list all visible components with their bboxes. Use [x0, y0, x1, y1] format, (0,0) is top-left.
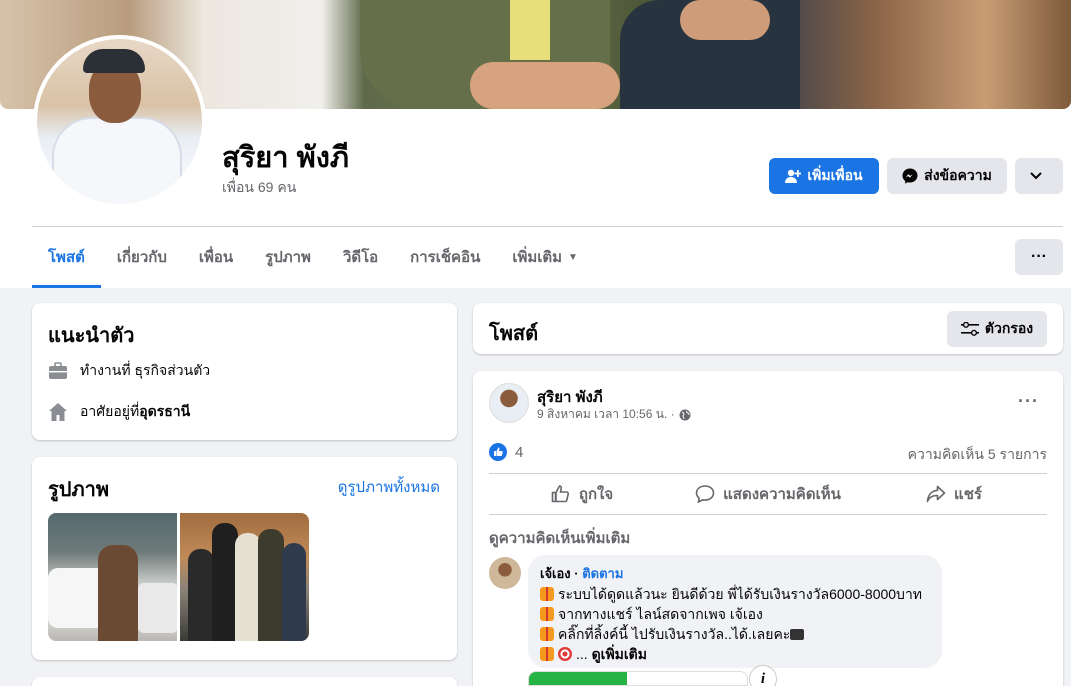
- comment-author-row: เจ้เอง · ติดตาม: [540, 566, 624, 581]
- gift-icon: [540, 627, 554, 641]
- share-button[interactable]: แชร์: [861, 475, 1047, 513]
- photos-title: รูปภาพ: [48, 479, 110, 501]
- tab-friends[interactable]: เพื่อน: [183, 228, 249, 286]
- divider: [489, 473, 1047, 474]
- comment-line: ระบบได้ดูดแล้วนะ ยินดีด้วย พี่ได้รับเงิน…: [540, 584, 930, 604]
- tab-about[interactable]: เกี่ยวกับ: [101, 228, 183, 286]
- profile-avatar[interactable]: [33, 35, 206, 208]
- profile-header: สุริยา พังภี เพื่อน 69 คน เพิ่มเพื่อน ส่…: [0, 0, 1071, 288]
- briefcase-icon: [49, 362, 67, 379]
- post-options-button[interactable]: ···: [1018, 391, 1039, 412]
- link-preview-bar[interactable]: [528, 671, 748, 686]
- filter-icon: [960, 322, 979, 336]
- photos-card: รูปภาพ ดูรูปภาพทั้งหมด: [32, 457, 457, 660]
- chevron-down-icon: [1030, 172, 1042, 180]
- gift-icon: [540, 647, 554, 661]
- caret-down-icon: ▼: [568, 251, 578, 263]
- post-actions: ถูกใจ แสดงความคิดเห็น แชร์: [489, 475, 1047, 513]
- tab-checkins[interactable]: การเช็คอิน: [394, 228, 496, 286]
- gift-icon: [540, 587, 554, 601]
- filter-button[interactable]: ตัวกรอง: [947, 311, 1047, 347]
- thumbs-up-icon: [551, 485, 569, 503]
- lives-row: อาศัยอยู่ที่ อุดรธานี: [48, 401, 190, 423]
- messenger-icon: [902, 168, 918, 184]
- share-icon: [926, 485, 946, 503]
- follow-link[interactable]: ติดตาม: [582, 566, 623, 581]
- photo-thumbnail[interactable]: [180, 513, 309, 641]
- like-label: ถูกใจ: [578, 486, 614, 503]
- see-all-photos-link[interactable]: ดูรูปภาพทั้งหมด: [338, 475, 440, 499]
- tab-posts[interactable]: โพสต์: [32, 228, 101, 288]
- like-count: 4: [515, 443, 524, 461]
- posts-header-card: โพสต์ ตัวกรอง: [473, 303, 1063, 354]
- filter-label: ตัวกรอง: [984, 320, 1034, 336]
- posts-title: โพสต์: [489, 323, 539, 345]
- see-more-link[interactable]: ดูเพิ่มเติม: [592, 646, 647, 662]
- lives-prefix: อาศัยอยู่ที่: [80, 403, 140, 419]
- message-button[interactable]: ส่งข้อความ: [887, 158, 1007, 194]
- comment-label: แสดงความคิดเห็น: [723, 486, 841, 503]
- reaction-summary[interactable]: 4: [489, 443, 523, 461]
- intro-title: แนะนำตัว: [48, 325, 135, 347]
- view-more-comments-link[interactable]: ดูความคิดเห็นเพิ่มเติม: [489, 526, 630, 550]
- message-label: ส่งข้อความ: [924, 167, 992, 183]
- tab-videos[interactable]: วิดีโอ: [327, 228, 394, 286]
- comment-button[interactable]: แสดงความคิดเห็น: [675, 475, 861, 513]
- add-friend-label: เพิ่มเพื่อน: [807, 167, 863, 183]
- comment-line: คลิ๊กที่ลิ้งค์นี้ ไปรับเงินรางวัล..ได้.เ…: [540, 624, 930, 644]
- tabs-overflow-button[interactable]: ···: [1015, 239, 1063, 275]
- comment-line: ... ดูเพิ่มเติม: [540, 644, 930, 664]
- comment-icon: [695, 485, 715, 503]
- intro-card: แนะนำตัว ทำงานที่ ธุรกิจส่วนตัว อาศัยอยู…: [32, 303, 457, 440]
- friend-count[interactable]: เพื่อน 69 คน: [222, 177, 296, 199]
- add-person-icon: [785, 169, 802, 183]
- next-card: [32, 677, 457, 686]
- like-button[interactable]: ถูกใจ: [489, 475, 675, 513]
- post-date-text[interactable]: 9 สิงหาคม เวลา 10:56 น. ·: [537, 405, 675, 424]
- gift-icon: [540, 607, 554, 621]
- post-card: สุริยา พังภี 9 สิงหาคม เวลา 10:56 น. · ·…: [473, 371, 1063, 686]
- like-reaction-icon: [489, 443, 507, 461]
- camera-icon: [790, 629, 805, 640]
- commenter-avatar[interactable]: [489, 557, 521, 589]
- lives-city[interactable]: อุดรธานี: [139, 401, 190, 423]
- work-text: ทำงานที่ ธุรกิจส่วนตัว: [80, 362, 211, 378]
- post-author-avatar[interactable]: [489, 383, 529, 423]
- work-row: ทำงานที่ ธุรกิจส่วนตัว: [48, 360, 210, 382]
- home-icon: [49, 403, 67, 421]
- target-icon: [558, 647, 572, 661]
- comment-line: จากทางแชร์ ไลน์สดจากเพจ เจ้เอง: [540, 604, 930, 624]
- tab-photos[interactable]: รูปภาพ: [249, 228, 327, 286]
- share-label: แชร์: [954, 486, 982, 503]
- info-icon[interactable]: i: [749, 665, 777, 686]
- comment-count[interactable]: ความคิดเห็น 5 รายการ: [908, 444, 1047, 466]
- comment-author[interactable]: เจ้เอง: [540, 566, 571, 581]
- tab-more[interactable]: เพิ่มเติม ▼: [496, 228, 594, 286]
- comment-bubble: เจ้เอง · ติดตาม ระบบได้ดูดแล้วนะ ยินดีด้…: [528, 555, 942, 668]
- add-friend-button[interactable]: เพิ่มเพื่อน: [769, 158, 879, 194]
- header-divider: [32, 226, 1063, 227]
- divider: [489, 514, 1047, 515]
- profile-name: สุริยา พังภี: [222, 142, 350, 174]
- profile-tabs: โพสต์ เกี่ยวกับ เพื่อน รูปภาพ วิดีโอ การ…: [32, 228, 594, 288]
- photo-thumbnail[interactable]: [48, 513, 177, 641]
- profile-more-button[interactable]: [1015, 158, 1063, 194]
- globe-icon: [679, 409, 691, 420]
- post-date: 9 สิงหาคม เวลา 10:56 น. ·: [537, 405, 691, 424]
- more-dots-icon: ···: [1031, 248, 1047, 265]
